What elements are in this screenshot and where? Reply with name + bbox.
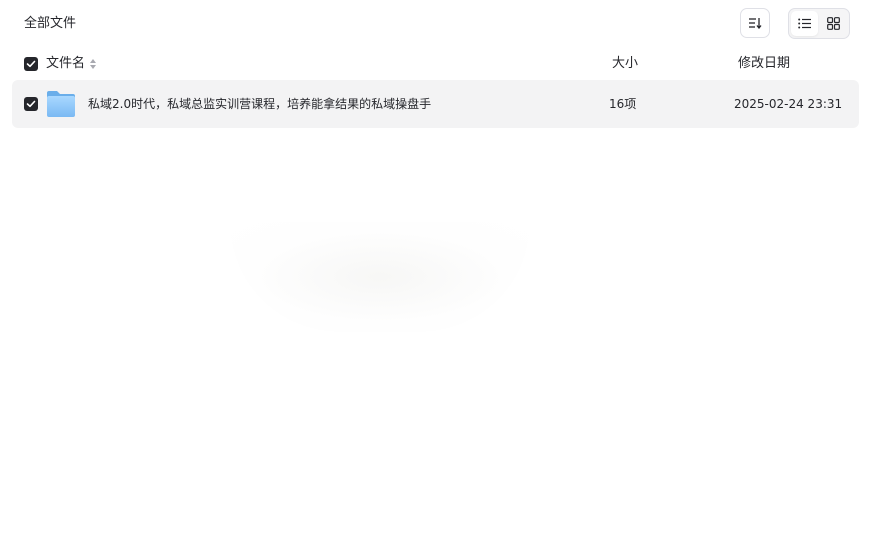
- list-view-icon: [797, 18, 811, 29]
- checkmark-icon: [26, 60, 36, 68]
- folder-icon: [47, 91, 75, 117]
- column-header-date: 修改日期: [738, 56, 791, 71]
- sort-toggle-icon[interactable]: [89, 58, 97, 70]
- select-all-checkbox[interactable]: [24, 57, 38, 71]
- table-header: 文件名 大小 修改日期: [0, 52, 874, 76]
- column-header-name[interactable]: 文件名: [46, 54, 85, 74]
- file-modified-date: 2025-02-24 23:31: [734, 97, 843, 111]
- view-mode-toggle: [788, 8, 850, 39]
- background-smudge: [230, 222, 530, 332]
- file-name[interactable]: 私域2.0时代，私域总监实训营课程，培养能拿结果的私域操盘手: [88, 94, 431, 114]
- checkmark-icon: [26, 100, 36, 108]
- list-view-button[interactable]: [791, 11, 818, 36]
- sort-button[interactable]: [740, 8, 770, 38]
- row-checkbox[interactable]: [24, 97, 38, 111]
- column-header-size: 大小: [612, 56, 639, 71]
- breadcrumb-all-files[interactable]: 全部文件: [24, 13, 76, 35]
- grid-view-icon: [827, 17, 840, 30]
- file-size: 16项: [609, 97, 637, 111]
- table-row[interactable]: 私域2.0时代，私域总监实训营课程，培养能拿结果的私域操盘手 16项 2025-…: [12, 80, 859, 128]
- grid-view-button[interactable]: [820, 11, 847, 36]
- sort-descending-icon: [749, 18, 762, 29]
- file-browser-page: 全部文件 文件名 大小 修改日期 私域2.0时代，私域总监实训营课程，培养能拿结…: [0, 0, 874, 538]
